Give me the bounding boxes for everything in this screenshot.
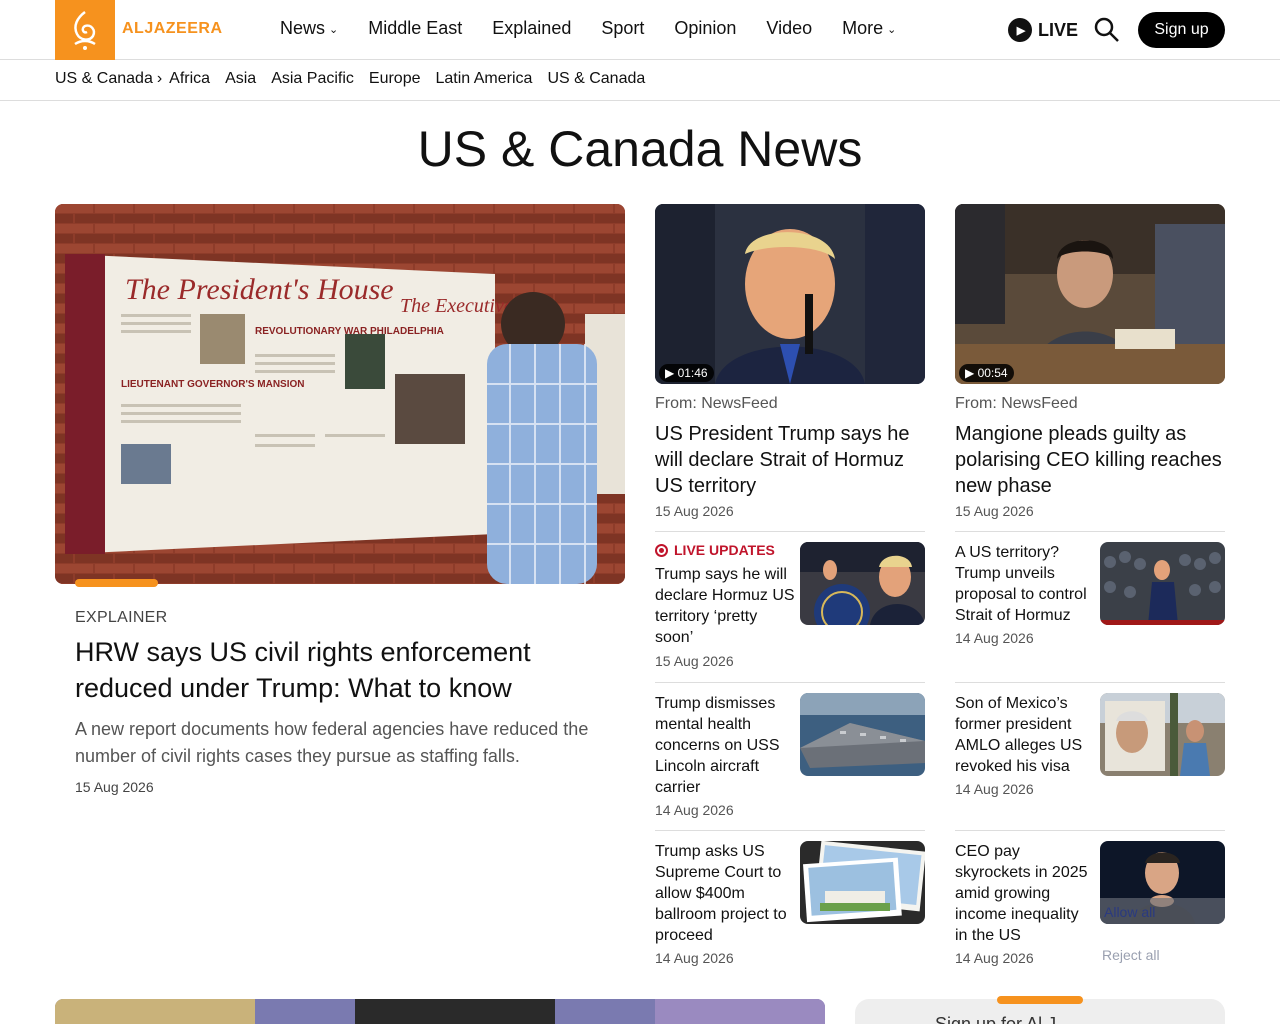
nav-item-sport[interactable]: Sport (601, 18, 644, 39)
nav-label: Explained (492, 18, 572, 38)
divider (955, 531, 1225, 532)
list-item-image[interactable] (800, 542, 925, 625)
newsletter-heading: Sign up for Al J (935, 1014, 1057, 1024)
chevron-down-icon: ⌄ (887, 24, 897, 36)
chevron-down-icon: ⌄ (329, 24, 339, 36)
card-image[interactable]: ▶ 00:54 (955, 204, 1225, 384)
feature-summary: A new report documents how federal agenc… (75, 719, 589, 766)
duration-text: 01:46 (677, 366, 708, 380)
list-item-headline[interactable]: CEO pay skyrockets in 2025 amid growing … (955, 841, 1095, 946)
nav-label: Sport (601, 18, 645, 38)
list-item-date: 15 Aug 2026 (655, 653, 734, 669)
divider (655, 830, 925, 831)
subnav-item-latin-america[interactable]: Latin America (436, 70, 533, 88)
nav-item-more[interactable]: More ⌄ (842, 18, 896, 39)
allow-all-button[interactable]: Allow all (1104, 904, 1155, 920)
card-source: From: NewsFeed (655, 395, 778, 412)
nav-label: Middle East (368, 18, 463, 38)
list-item-date: 14 Aug 2026 (955, 950, 1034, 966)
subnav-item-europe[interactable]: Europe (369, 70, 421, 88)
sign-executive-text: The Executive (400, 295, 513, 317)
list-item-image[interactable] (1100, 542, 1225, 625)
subnav-item-asia-pacific[interactable]: Asia Pacific (271, 70, 354, 88)
live-button[interactable]: ▶ LIVE (1008, 18, 1078, 42)
play-icon: ▶ (1008, 18, 1032, 42)
live-label: LIVE (1038, 19, 1079, 40)
video-duration: ▶ 00:54 (959, 364, 1014, 382)
breadcrumb-current: US & Canada (55, 70, 153, 87)
subnav-item-africa[interactable]: Africa (169, 70, 210, 88)
duration-text: 00:54 (977, 366, 1008, 380)
list-item-headline[interactable]: A US territory? Trump unveils proposal t… (955, 542, 1095, 626)
nav-item-news[interactable]: News ⌄ (280, 18, 338, 39)
newsletter-accent-bar (997, 996, 1083, 1004)
feature-image[interactable]: The President's House REVOLUTIONARY WAR … (55, 204, 625, 584)
nav-item-opinion[interactable]: Opinion (674, 18, 736, 39)
list-item-headline[interactable]: Trump asks US Supreme Court to allow $40… (655, 841, 795, 946)
play-icon: ▶ (965, 366, 975, 380)
chevron-right-icon: › (156, 70, 163, 87)
video-duration: ▶ 01:46 (659, 364, 714, 382)
card-headline[interactable]: Mangione pleads guilty as polarising CEO… (955, 421, 1225, 499)
nav-item-explained[interactable]: Explained (492, 18, 571, 39)
sign-headline-text: The President's House (125, 273, 394, 306)
main-nav: News ⌄ Middle East Explained Sport Opinio… (280, 18, 896, 39)
list-item-headline[interactable]: Trump says he will declare Hormuz US ter… (655, 564, 795, 648)
divider (655, 682, 925, 683)
card-headline[interactable]: US President Trump says he will declare … (655, 421, 925, 499)
breadcrumb[interactable]: US & Canada › (55, 70, 162, 88)
feature-headline[interactable]: HRW says US civil rights enforcement red… (75, 634, 595, 706)
site-header: ALJAZEERA News ⌄ Middle East Explained Sp… (0, 0, 1280, 60)
list-item-date: 14 Aug 2026 (955, 630, 1034, 646)
nav-item-video[interactable]: Video (766, 18, 812, 39)
page-title: US & Canada News (417, 121, 863, 177)
list-item-headline[interactable]: Trump dismisses mental health concerns o… (655, 693, 795, 798)
sign-mansion-text: LIEUTENANT GOVERNOR'S MANSION (121, 379, 305, 390)
brand-name[interactable]: ALJAZEERA (122, 20, 223, 38)
nav-label: Video (766, 18, 813, 38)
feature-kicker: EXPLAINER (75, 609, 168, 626)
list-item-headline[interactable]: Son of Mexico’s former president AMLO al… (955, 693, 1095, 777)
card-source: From: NewsFeed (955, 395, 1078, 412)
card-image[interactable]: ▶ 01:46 (655, 204, 925, 384)
reject-all-button[interactable]: Reject all (1102, 947, 1160, 963)
list-item-image[interactable] (800, 693, 925, 776)
live-updates-badge: LIVE UPDATES (655, 542, 775, 558)
feature-date: 15 Aug 2026 (75, 779, 154, 795)
subnav-item-asia[interactable]: Asia (225, 70, 256, 88)
divider (955, 682, 1225, 683)
list-item-date: 14 Aug 2026 (655, 950, 734, 966)
search-icon[interactable] (1093, 16, 1121, 44)
nav-label: More (842, 18, 884, 38)
divider (955, 830, 1225, 831)
card-date: 15 Aug 2026 (655, 503, 734, 519)
list-item-image[interactable] (1100, 693, 1225, 776)
list-item-date: 14 Aug 2026 (955, 781, 1034, 797)
subnav: US & Canada › Africa Asia Asia Pacific E… (0, 60, 1280, 101)
play-icon: ▶ (665, 366, 675, 380)
nav-label: Opinion (674, 18, 737, 38)
signup-button[interactable]: Sign up (1138, 12, 1225, 48)
live-updates-label: LIVE UPDATES (674, 542, 775, 558)
divider (655, 531, 925, 532)
bottom-feature-image[interactable] (55, 999, 825, 1024)
feature-accent-bar (75, 579, 158, 587)
aljazeera-logo-icon[interactable] (55, 0, 115, 60)
live-dot-icon (655, 543, 668, 557)
nav-label: News (280, 18, 326, 38)
card-date: 15 Aug 2026 (955, 503, 1034, 519)
nav-item-middle-east[interactable]: Middle East (368, 18, 462, 39)
list-item-image[interactable] (800, 841, 925, 924)
list-item-date: 14 Aug 2026 (655, 802, 734, 818)
subnav-item-us-canada[interactable]: US & Canada (547, 70, 645, 88)
